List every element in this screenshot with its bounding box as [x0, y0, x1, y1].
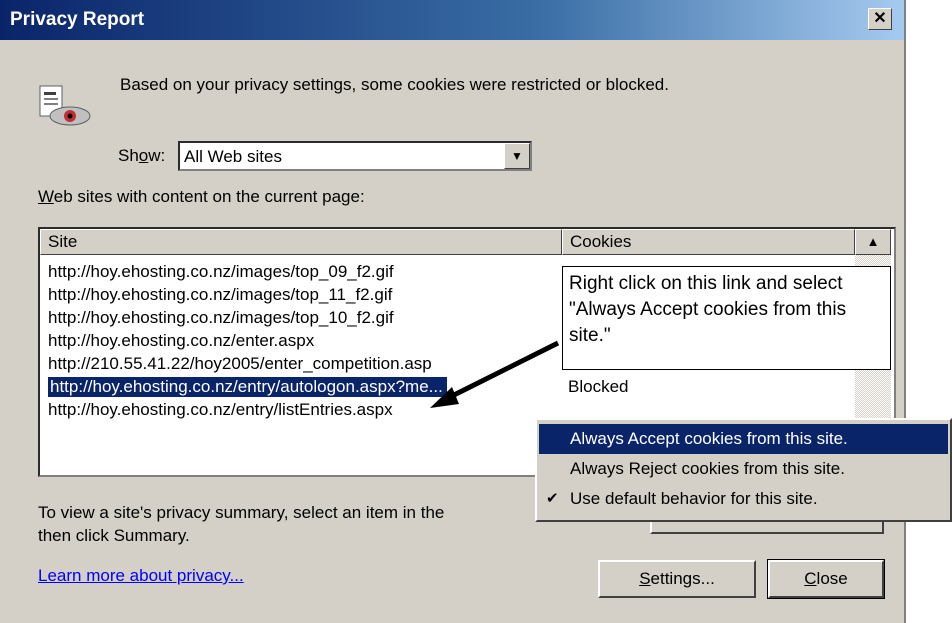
menu-item-use-default[interactable]: ✔ Use default behavior for this site.	[539, 484, 948, 514]
dialog-title: Privacy Report	[10, 9, 145, 30]
column-header-cookies[interactable]: Cookies	[562, 229, 855, 255]
menu-item-always-accept[interactable]: Always Accept cookies from this site.	[539, 424, 948, 454]
summary-instruction-line1: To view a site's privacy summary, select…	[38, 503, 445, 522]
table-row[interactable]: http://hoy.ehosting.co.nz/entry/listEntr…	[48, 400, 393, 420]
table-row[interactable]: http://hoy.ehosting.co.nz/enter.aspx	[48, 331, 314, 351]
close-icon: ✕	[873, 10, 887, 27]
table-row[interactable]: http://hoy.ehosting.co.nz/images/top_09_…	[48, 262, 394, 282]
context-menu: Always Accept cookies from this site. Al…	[535, 418, 952, 522]
cookie-status: Blocked	[568, 377, 629, 396]
privacy-message: Based on your privacy settings, some coo…	[120, 75, 669, 94]
show-dropdown-value: All Web sites	[184, 147, 282, 166]
close-button[interactable]: Close	[767, 559, 885, 599]
show-dropdown[interactable]: All Web sites ▼	[178, 141, 532, 171]
summary-instruction-line2: then click Summary.	[38, 526, 190, 545]
dropdown-arrow-icon[interactable]: ▼	[504, 143, 530, 169]
column-header-site[interactable]: Site	[40, 229, 562, 255]
checkmark-icon: ✔	[546, 490, 559, 507]
privacy-eye-icon	[39, 85, 91, 126]
menu-item-always-reject[interactable]: Always Reject cookies from this site.	[539, 454, 948, 484]
annotation-callout: Right click on this link and select "Alw…	[562, 266, 891, 370]
table-row[interactable]: http://hoy.ehosting.co.nz/images/top_10_…	[48, 308, 394, 328]
close-window-button[interactable]: ✕	[868, 8, 892, 30]
table-row[interactable]: http://hoy.ehosting.co.nz/images/top_11_…	[48, 285, 392, 305]
table-row[interactable]: http://210.55.41.22/hoy2005/enter_compet…	[48, 354, 432, 374]
show-label: Show:	[118, 146, 166, 165]
table-row-selected[interactable]: http://hoy.ehosting.co.nz/entry/autologo…	[47, 376, 448, 398]
learn-more-link[interactable]: Learn more about privacy...	[38, 566, 244, 586]
settings-button[interactable]: Settings...	[598, 560, 756, 598]
websites-label: Web sites with content on the current pa…	[38, 187, 365, 206]
scroll-up-icon[interactable]: ▲	[855, 229, 891, 255]
title-bar: Privacy Report ✕	[0, 0, 904, 40]
